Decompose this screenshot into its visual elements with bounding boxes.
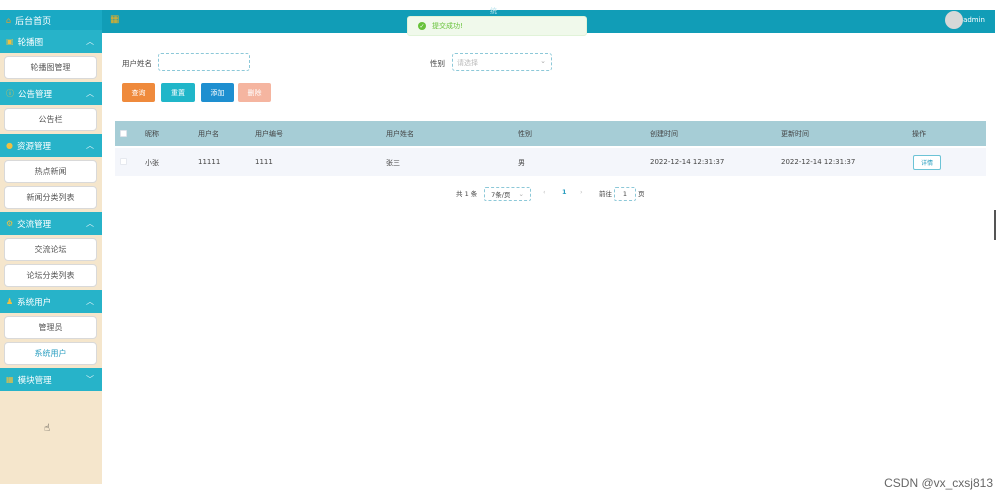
sidebar-item-notice-board[interactable]: 公告栏 bbox=[4, 108, 97, 131]
chevron-up-icon: ︿ bbox=[86, 37, 94, 46]
gender-label: 性别 bbox=[430, 59, 445, 68]
th-gender: 性别 bbox=[518, 130, 532, 138]
th-created: 创建时间 bbox=[650, 130, 678, 138]
grid-icon: ▦ bbox=[6, 375, 14, 384]
sidebar-item-forum[interactable]: 交流论坛 bbox=[4, 238, 97, 261]
cell-updated: 2022-12-14 12:31:37 bbox=[781, 158, 856, 166]
chevron-up-icon: ︿ bbox=[86, 141, 94, 150]
goto-label: 前往 bbox=[599, 190, 612, 198]
success-toast: ✓ 提交成功! bbox=[407, 16, 587, 36]
sidebar-item-system-user[interactable]: 系统用户 bbox=[4, 342, 97, 365]
page-number-current[interactable]: 1 bbox=[562, 188, 567, 196]
table-row[interactable]: 小张 11111 1111 张三 男 2022-12-14 12:31:37 2… bbox=[115, 148, 986, 176]
reset-button[interactable]: 重置 bbox=[161, 83, 195, 102]
image-icon: ▣ bbox=[6, 37, 14, 46]
check-icon: ✓ bbox=[418, 22, 426, 30]
cell-real-name: 张三 bbox=[386, 159, 400, 167]
sidebar-group-carousel[interactable]: ▣ 轮播图 ︿ bbox=[0, 30, 102, 53]
cell-nickname: 小张 bbox=[145, 159, 159, 167]
next-page-icon[interactable]: › bbox=[580, 188, 583, 196]
th-real-name: 用户姓名 bbox=[386, 130, 414, 138]
scrollbar[interactable] bbox=[994, 210, 996, 240]
sidebar-home-label: 后台首页 bbox=[15, 16, 52, 27]
watermark: CSDN @vx_cxsj813 bbox=[884, 476, 993, 490]
sidebar-group-label: 模块管理 bbox=[17, 375, 52, 386]
chevron-down-icon: ﹀ bbox=[86, 375, 94, 384]
chevron-up-icon: ︿ bbox=[86, 89, 94, 98]
avatar[interactable] bbox=[945, 11, 963, 29]
page-size-value: 7条/页 bbox=[491, 191, 511, 199]
page-unit-label: 页 bbox=[638, 190, 645, 198]
add-button[interactable]: 添加 bbox=[201, 83, 234, 102]
menu-grid-icon[interactable]: ▦ bbox=[110, 14, 119, 25]
sidebar-group-label: 交流管理 bbox=[17, 219, 52, 230]
sidebar-item-news-category[interactable]: 新闻分类列表 bbox=[4, 186, 97, 209]
delete-button[interactable]: 删除 bbox=[238, 83, 271, 102]
name-input[interactable] bbox=[158, 53, 250, 71]
pagination-total: 共 1 条 bbox=[456, 190, 478, 198]
gear-icon: ⚙ bbox=[6, 219, 14, 228]
page-size-select[interactable]: 7条/页 ⌄ bbox=[484, 187, 531, 201]
select-all-checkbox[interactable] bbox=[120, 130, 127, 137]
sidebar-group-label: 轮播图 bbox=[17, 37, 44, 48]
hand-cursor-icon: ☝ bbox=[44, 423, 51, 434]
cell-created: 2022-12-14 12:31:37 bbox=[650, 158, 725, 166]
row-checkbox[interactable] bbox=[120, 158, 127, 165]
table-header: 昵称 用户名 用户编号 用户姓名 性别 创建时间 更新时间 操作 bbox=[115, 121, 986, 146]
sidebar-group-resource[interactable]: ● 资源管理 ︿ bbox=[0, 134, 102, 157]
th-updated: 更新时间 bbox=[781, 130, 809, 138]
th-nickname: 昵称 bbox=[145, 130, 159, 138]
sidebar-item-hot-news[interactable]: 热点新闻 bbox=[4, 160, 97, 183]
sidebar-item-admin[interactable]: 管理员 bbox=[4, 316, 97, 339]
home-icon: ⌂ bbox=[6, 15, 12, 25]
info-icon: ⓘ bbox=[6, 89, 14, 98]
sidebar-group-exchange[interactable]: ⚙ 交流管理 ︿ bbox=[0, 212, 102, 235]
th-actions: 操作 bbox=[912, 130, 926, 138]
gender-placeholder: 请选择 bbox=[457, 59, 478, 67]
bulb-icon: ● bbox=[6, 141, 13, 150]
chevron-down-icon: ⌄ bbox=[540, 57, 546, 65]
cell-username: 11111 bbox=[198, 158, 221, 166]
user-name[interactable]: admin bbox=[963, 16, 985, 24]
cell-user-no: 1111 bbox=[255, 158, 273, 166]
th-user-no: 用户编号 bbox=[255, 130, 283, 138]
user-icon: ♟ bbox=[6, 297, 14, 306]
query-button[interactable]: 查询 bbox=[122, 83, 155, 102]
cell-gender: 男 bbox=[518, 159, 525, 167]
sidebar-group-label: 资源管理 bbox=[16, 141, 51, 152]
chevron-up-icon: ︿ bbox=[86, 297, 94, 306]
name-label: 用户姓名 bbox=[122, 59, 152, 68]
sidebar-item-carousel-manage[interactable]: 轮播图管理 bbox=[4, 56, 97, 79]
sidebar-group-module[interactable]: ▦ 模块管理 ﹀ bbox=[0, 368, 102, 391]
goto-input[interactable]: 1 bbox=[614, 187, 636, 201]
sidebar-home[interactable]: ⌂ 后台首页 bbox=[0, 10, 102, 30]
prev-page-icon[interactable]: ‹ bbox=[543, 188, 546, 196]
sidebar-group-label: 公告管理 bbox=[18, 89, 53, 100]
gender-select[interactable]: 请选择 ⌄ bbox=[452, 53, 552, 71]
th-username: 用户名 bbox=[198, 130, 219, 138]
detail-button[interactable]: 详情 bbox=[913, 155, 941, 170]
chevron-up-icon: ︿ bbox=[86, 219, 94, 228]
sidebar-item-forum-category[interactable]: 论坛分类列表 bbox=[4, 264, 97, 287]
app-title-fragment: 统 bbox=[490, 7, 497, 15]
sidebar-group-notice[interactable]: ⓘ 公告管理 ︿ bbox=[0, 82, 102, 105]
sidebar-group-label: 系统用户 bbox=[17, 297, 52, 308]
chevron-down-icon: ⌄ bbox=[518, 190, 524, 198]
sidebar: ⌂ 后台首页 ▣ 轮播图 ︿ 轮播图管理 ⓘ 公告管理 ︿ 公告栏 ● 资源管理… bbox=[0, 10, 102, 484]
toast-message: 提交成功! bbox=[432, 22, 463, 30]
sidebar-group-system-user[interactable]: ♟ 系统用户 ︿ bbox=[0, 290, 102, 313]
